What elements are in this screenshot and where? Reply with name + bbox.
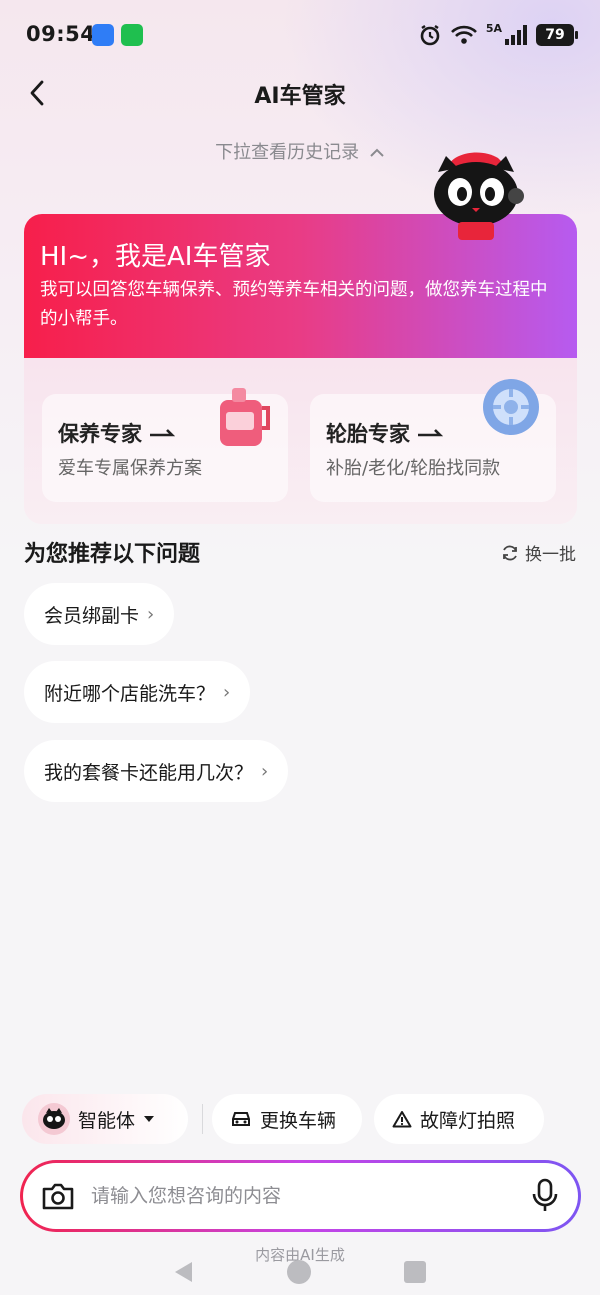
agent-avatar (38, 1103, 70, 1135)
chevron-up-icon (370, 148, 384, 157)
oil-bottle-icon (220, 388, 270, 446)
maintenance-expert-subtitle: 爱车专属保养方案 (58, 458, 202, 479)
page-title: AI车管家 (254, 84, 346, 109)
history-hint-label: 下拉查看历史记录 (215, 142, 360, 163)
nav-home-icon[interactable] (287, 1260, 311, 1284)
fault-photo-label: 故障灯拍照 (420, 1109, 516, 1132)
suggestion-chip[interactable]: 附近哪个店能洗车？ › (24, 661, 251, 723)
change-vehicle-label: 更换车辆 (260, 1109, 337, 1132)
suggestion-text: 我的套餐卡还能用几次？ (44, 761, 254, 784)
wechat-icon (121, 24, 143, 46)
refresh-button[interactable]: 换一批 (501, 540, 576, 565)
suggestion-text: 会员绑副卡 (44, 604, 140, 627)
arrow-right-icon (418, 429, 444, 437)
tire-expert-subtitle: 补胎/老化/轮胎找同款 (326, 458, 501, 479)
voice-input-button[interactable] (526, 1177, 564, 1215)
alarm-icon (420, 25, 440, 46)
nav-back-icon[interactable] (172, 1260, 194, 1284)
status-bar: 09:54 5A 79 (0, 0, 600, 70)
suggestion-chip[interactable]: 我的套餐卡还能用几次？ › (24, 740, 289, 802)
ai-greeting: HI~，我是AI车管家 (40, 242, 271, 272)
change-vehicle-button[interactable]: 更换车辆 (212, 1094, 362, 1144)
car-icon (232, 1112, 250, 1126)
agent-label: 智能体 (78, 1109, 136, 1132)
refresh-icon (503, 545, 517, 560)
app-notification-icon (92, 24, 114, 46)
microphone-icon (532, 1178, 558, 1211)
maintenance-expert-card[interactable]: 保养专家 爱车专属保养方案 (42, 388, 288, 502)
signal-icon (505, 25, 527, 45)
chevron-right-icon: › (147, 603, 155, 625)
status-time: 09:54 (26, 22, 96, 46)
fault-light-photo-button[interactable]: 故障灯拍照 (374, 1094, 544, 1144)
chevron-right-icon: › (223, 681, 231, 703)
chat-input[interactable] (91, 1163, 511, 1229)
wifi-icon (450, 25, 477, 44)
chat-input-bar (20, 1160, 581, 1232)
warning-icon (392, 1111, 412, 1128)
nav-recent-icon[interactable] (404, 1261, 426, 1283)
chat-input-inner (23, 1163, 578, 1229)
agent-selector[interactable]: 智能体 (22, 1094, 188, 1144)
camera-button[interactable] (39, 1177, 77, 1215)
network-label: 5A (485, 22, 502, 35)
chevron-right-icon: › (261, 760, 269, 782)
arrow-right-icon (150, 429, 176, 437)
status-indicators: 5A 79 (418, 22, 578, 48)
tire-expert-title: 轮胎专家 (326, 418, 444, 448)
ai-intro-text: 我可以回答您车辆保养、预约等养车相关的问题，做您养车过程中的小帮手。 (40, 280, 548, 329)
tire-icon (483, 379, 539, 435)
suggestion-text: 附近哪个店能洗车？ (44, 682, 216, 705)
camera-icon (42, 1183, 74, 1210)
recommend-title: 为您推荐以下问题 (24, 542, 201, 567)
ai-intro-card: HI~，我是AI车管家 我可以回答您车辆保养、预约等养车相关的问题，做您养车过程… (24, 214, 577, 524)
maintenance-expert-title: 保养专家 (58, 418, 176, 448)
caret-down-icon (144, 1116, 155, 1122)
refresh-label: 换一批 (525, 545, 576, 565)
suggestion-chip[interactable]: 会员绑副卡 › (24, 583, 175, 645)
cat-mascot-icon (434, 152, 524, 240)
cat-mascot-icon (43, 1108, 65, 1129)
toolbar-divider (202, 1104, 203, 1134)
tire-expert-card[interactable]: 轮胎专家 补胎/老化/轮胎找同款 (310, 379, 556, 502)
battery-icon: 79 (536, 24, 578, 46)
